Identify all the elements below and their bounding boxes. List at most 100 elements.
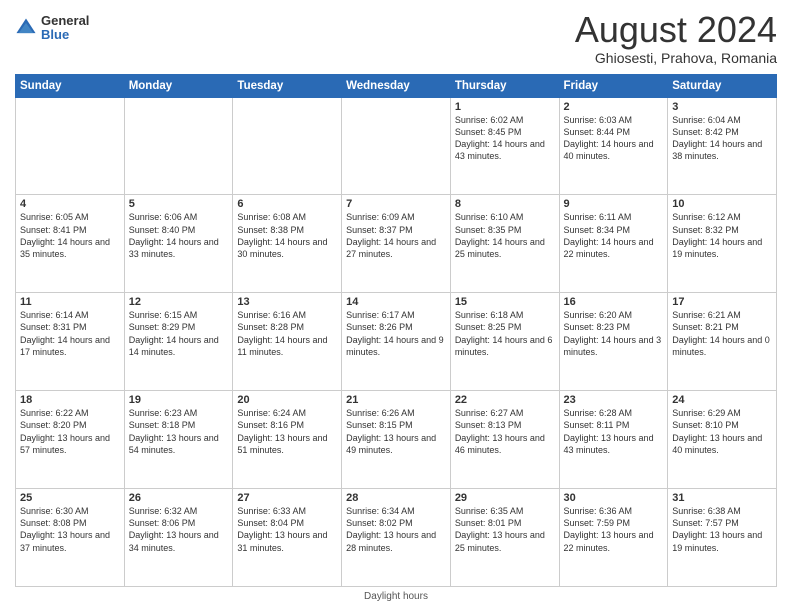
day-number: 20 — [237, 394, 337, 406]
day-info: Sunrise: 6:08 AM Sunset: 8:38 PM Dayligh… — [237, 211, 337, 260]
day-number: 18 — [20, 394, 120, 406]
day-info: Sunrise: 6:18 AM Sunset: 8:25 PM Dayligh… — [455, 309, 555, 358]
day-info: Sunrise: 6:33 AM Sunset: 8:04 PM Dayligh… — [237, 505, 337, 554]
day-number: 7 — [346, 198, 446, 210]
day-number: 17 — [672, 296, 772, 308]
day-cell-23: 23Sunrise: 6:28 AM Sunset: 8:11 PM Dayli… — [559, 391, 668, 489]
day-number: 13 — [237, 296, 337, 308]
day-number: 22 — [455, 394, 555, 406]
day-cell-12: 12Sunrise: 6:15 AM Sunset: 8:29 PM Dayli… — [124, 293, 233, 391]
day-info: Sunrise: 6:09 AM Sunset: 8:37 PM Dayligh… — [346, 211, 446, 260]
day-number: 6 — [237, 198, 337, 210]
day-cell-25: 25Sunrise: 6:30 AM Sunset: 8:08 PM Dayli… — [16, 489, 125, 587]
day-number: 11 — [20, 296, 120, 308]
day-info: Sunrise: 6:06 AM Sunset: 8:40 PM Dayligh… — [129, 211, 229, 260]
day-cell-7: 7Sunrise: 6:09 AM Sunset: 8:37 PM Daylig… — [342, 195, 451, 293]
day-number: 24 — [672, 394, 772, 406]
day-info: Sunrise: 6:11 AM Sunset: 8:34 PM Dayligh… — [564, 211, 664, 260]
day-info: Sunrise: 6:38 AM Sunset: 7:57 PM Dayligh… — [672, 505, 772, 554]
week-row-4: 18Sunrise: 6:22 AM Sunset: 8:20 PM Dayli… — [16, 391, 777, 489]
day-number: 10 — [672, 198, 772, 210]
day-info: Sunrise: 6:32 AM Sunset: 8:06 PM Dayligh… — [129, 505, 229, 554]
day-number: 16 — [564, 296, 664, 308]
empty-cell — [233, 97, 342, 195]
day-info: Sunrise: 6:20 AM Sunset: 8:23 PM Dayligh… — [564, 309, 664, 358]
day-cell-8: 8Sunrise: 6:10 AM Sunset: 8:35 PM Daylig… — [450, 195, 559, 293]
week-row-2: 4Sunrise: 6:05 AM Sunset: 8:41 PM Daylig… — [16, 195, 777, 293]
day-number: 4 — [20, 198, 120, 210]
day-of-week-saturday: Saturday — [668, 74, 777, 97]
day-info: Sunrise: 6:14 AM Sunset: 8:31 PM Dayligh… — [20, 309, 120, 358]
day-cell-6: 6Sunrise: 6:08 AM Sunset: 8:38 PM Daylig… — [233, 195, 342, 293]
day-cell-15: 15Sunrise: 6:18 AM Sunset: 8:25 PM Dayli… — [450, 293, 559, 391]
page: General Blue August 2024 Ghiosesti, Prah… — [0, 0, 792, 612]
day-number: 26 — [129, 492, 229, 504]
logo-text: General Blue — [41, 14, 89, 43]
day-number: 31 — [672, 492, 772, 504]
day-cell-4: 4Sunrise: 6:05 AM Sunset: 8:41 PM Daylig… — [16, 195, 125, 293]
day-info: Sunrise: 6:30 AM Sunset: 8:08 PM Dayligh… — [20, 505, 120, 554]
day-number: 19 — [129, 394, 229, 406]
empty-cell — [16, 97, 125, 195]
day-cell-9: 9Sunrise: 6:11 AM Sunset: 8:34 PM Daylig… — [559, 195, 668, 293]
day-cell-5: 5Sunrise: 6:06 AM Sunset: 8:40 PM Daylig… — [124, 195, 233, 293]
day-cell-18: 18Sunrise: 6:22 AM Sunset: 8:20 PM Dayli… — [16, 391, 125, 489]
day-cell-29: 29Sunrise: 6:35 AM Sunset: 8:01 PM Dayli… — [450, 489, 559, 587]
day-of-week-tuesday: Tuesday — [233, 74, 342, 97]
day-number: 29 — [455, 492, 555, 504]
month-year: August 2024 — [575, 10, 777, 50]
day-number: 2 — [564, 101, 664, 113]
day-info: Sunrise: 6:12 AM Sunset: 8:32 PM Dayligh… — [672, 211, 772, 260]
day-of-week-friday: Friday — [559, 74, 668, 97]
day-number: 12 — [129, 296, 229, 308]
day-info: Sunrise: 6:16 AM Sunset: 8:28 PM Dayligh… — [237, 309, 337, 358]
day-info: Sunrise: 6:02 AM Sunset: 8:45 PM Dayligh… — [455, 114, 555, 163]
day-number: 28 — [346, 492, 446, 504]
day-info: Sunrise: 6:34 AM Sunset: 8:02 PM Dayligh… — [346, 505, 446, 554]
day-of-week-thursday: Thursday — [450, 74, 559, 97]
empty-cell — [342, 97, 451, 195]
day-cell-14: 14Sunrise: 6:17 AM Sunset: 8:26 PM Dayli… — [342, 293, 451, 391]
day-number: 30 — [564, 492, 664, 504]
day-cell-21: 21Sunrise: 6:26 AM Sunset: 8:15 PM Dayli… — [342, 391, 451, 489]
day-cell-31: 31Sunrise: 6:38 AM Sunset: 7:57 PM Dayli… — [668, 489, 777, 587]
day-cell-20: 20Sunrise: 6:24 AM Sunset: 8:16 PM Dayli… — [233, 391, 342, 489]
week-row-3: 11Sunrise: 6:14 AM Sunset: 8:31 PM Dayli… — [16, 293, 777, 391]
day-of-week-wednesday: Wednesday — [342, 74, 451, 97]
day-number: 8 — [455, 198, 555, 210]
day-info: Sunrise: 6:29 AM Sunset: 8:10 PM Dayligh… — [672, 407, 772, 456]
day-cell-30: 30Sunrise: 6:36 AM Sunset: 7:59 PM Dayli… — [559, 489, 668, 587]
day-info: Sunrise: 6:35 AM Sunset: 8:01 PM Dayligh… — [455, 505, 555, 554]
logo: General Blue — [15, 14, 89, 43]
day-info: Sunrise: 6:36 AM Sunset: 7:59 PM Dayligh… — [564, 505, 664, 554]
day-info: Sunrise: 6:23 AM Sunset: 8:18 PM Dayligh… — [129, 407, 229, 456]
day-info: Sunrise: 6:24 AM Sunset: 8:16 PM Dayligh… — [237, 407, 337, 456]
week-row-1: 1Sunrise: 6:02 AM Sunset: 8:45 PM Daylig… — [16, 97, 777, 195]
day-info: Sunrise: 6:03 AM Sunset: 8:44 PM Dayligh… — [564, 114, 664, 163]
calendar-table: SundayMondayTuesdayWednesdayThursdayFrid… — [15, 74, 777, 587]
days-of-week-row: SundayMondayTuesdayWednesdayThursdayFrid… — [16, 74, 777, 97]
day-info: Sunrise: 6:21 AM Sunset: 8:21 PM Dayligh… — [672, 309, 772, 358]
day-cell-11: 11Sunrise: 6:14 AM Sunset: 8:31 PM Dayli… — [16, 293, 125, 391]
day-of-week-sunday: Sunday — [16, 74, 125, 97]
day-number: 27 — [237, 492, 337, 504]
day-number: 15 — [455, 296, 555, 308]
day-cell-27: 27Sunrise: 6:33 AM Sunset: 8:04 PM Dayli… — [233, 489, 342, 587]
day-cell-16: 16Sunrise: 6:20 AM Sunset: 8:23 PM Dayli… — [559, 293, 668, 391]
title-block: August 2024 Ghiosesti, Prahova, Romania — [575, 10, 777, 66]
day-cell-26: 26Sunrise: 6:32 AM Sunset: 8:06 PM Dayli… — [124, 489, 233, 587]
day-info: Sunrise: 6:17 AM Sunset: 8:26 PM Dayligh… — [346, 309, 446, 358]
day-info: Sunrise: 6:10 AM Sunset: 8:35 PM Dayligh… — [455, 211, 555, 260]
day-info: Sunrise: 6:22 AM Sunset: 8:20 PM Dayligh… — [20, 407, 120, 456]
day-cell-2: 2Sunrise: 6:03 AM Sunset: 8:44 PM Daylig… — [559, 97, 668, 195]
footer: Daylight hours — [15, 591, 777, 602]
header: General Blue August 2024 Ghiosesti, Prah… — [15, 10, 777, 66]
day-number: 5 — [129, 198, 229, 210]
location: Ghiosesti, Prahova, Romania — [575, 50, 777, 66]
day-number: 21 — [346, 394, 446, 406]
calendar-body: 1Sunrise: 6:02 AM Sunset: 8:45 PM Daylig… — [16, 97, 777, 586]
day-cell-24: 24Sunrise: 6:29 AM Sunset: 8:10 PM Dayli… — [668, 391, 777, 489]
day-cell-1: 1Sunrise: 6:02 AM Sunset: 8:45 PM Daylig… — [450, 97, 559, 195]
logo-blue: Blue — [41, 28, 89, 42]
day-number: 3 — [672, 101, 772, 113]
